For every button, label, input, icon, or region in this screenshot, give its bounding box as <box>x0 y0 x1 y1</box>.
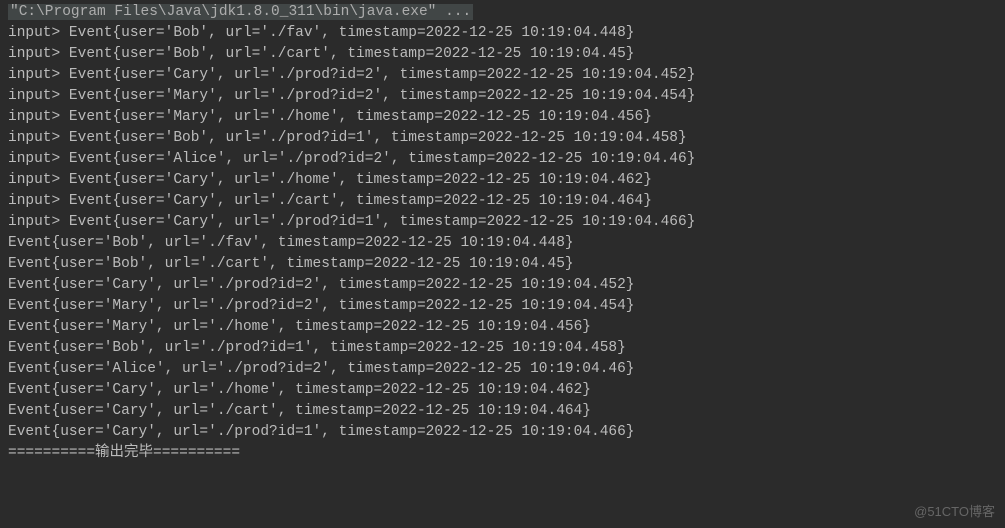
console-output[interactable]: "C:\Program Files\Java\jdk1.8.0_311\bin\… <box>8 2 997 464</box>
console-line: input> Event{user='Bob', url='./prod?id=… <box>8 128 997 149</box>
console-line: Event{user='Mary', url='./home', timesta… <box>8 317 997 338</box>
console-line: input> Event{user='Alice', url='./prod?i… <box>8 149 997 170</box>
console-line: input> Event{user='Mary', url='./home', … <box>8 107 997 128</box>
console-line: Event{user='Cary', url='./cart', timesta… <box>8 401 997 422</box>
console-line: input> Event{user='Bob', url='./cart', t… <box>8 44 997 65</box>
console-line: input> Event{user='Cary', url='./prod?id… <box>8 65 997 86</box>
console-line: Event{user='Mary', url='./prod?id=2', ti… <box>8 296 997 317</box>
console-line: Event{user='Cary', url='./prod?id=2', ti… <box>8 275 997 296</box>
console-line: Event{user='Bob', url='./prod?id=1', tim… <box>8 338 997 359</box>
console-line: Event{user='Bob', url='./fav', timestamp… <box>8 233 997 254</box>
console-line: input> Event{user='Bob', url='./fav', ti… <box>8 23 997 44</box>
command-text: "C:\Program Files\Java\jdk1.8.0_311\bin\… <box>8 4 473 20</box>
console-line: Event{user='Alice', url='./prod?id=2', t… <box>8 359 997 380</box>
console-line: input> Event{user='Cary', url='./cart', … <box>8 191 997 212</box>
console-line: Event{user='Bob', url='./cart', timestam… <box>8 254 997 275</box>
watermark-text: @51CTO博客 <box>914 503 995 522</box>
console-line: Event{user='Cary', url='./home', timesta… <box>8 380 997 401</box>
console-line: input> Event{user='Cary', url='./home', … <box>8 170 997 191</box>
console-line: input> Event{user='Mary', url='./prod?id… <box>8 86 997 107</box>
command-header: "C:\Program Files\Java\jdk1.8.0_311\bin\… <box>8 2 997 23</box>
console-line: input> Event{user='Cary', url='./prod?id… <box>8 212 997 233</box>
console-line: Event{user='Cary', url='./prod?id=1', ti… <box>8 422 997 443</box>
separator-line: ==========输出完毕========== <box>8 443 997 464</box>
